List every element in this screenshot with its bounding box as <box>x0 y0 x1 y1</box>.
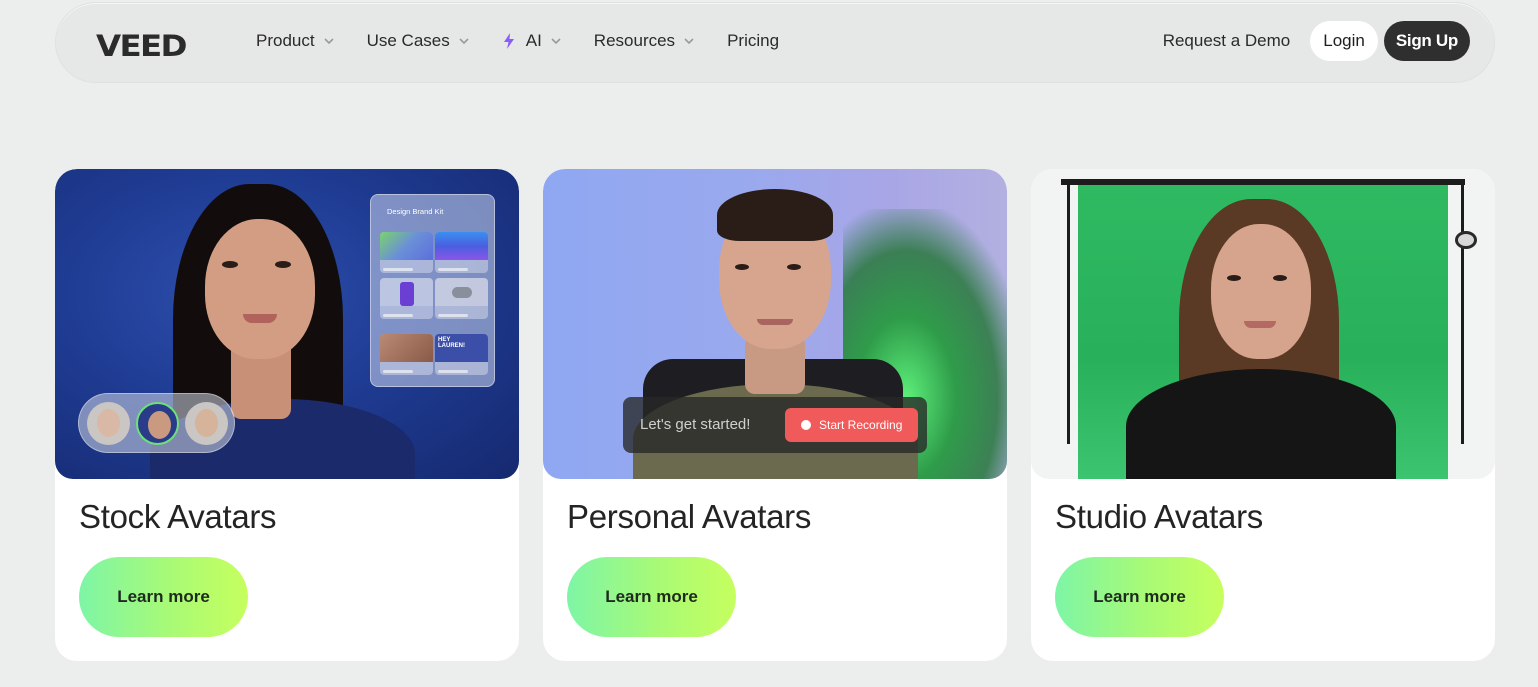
learn-more-button[interactable]: Learn more <box>1055 557 1224 637</box>
light-stand <box>1067 179 1070 444</box>
request-demo-link[interactable]: Request a Demo <box>1163 31 1291 51</box>
signup-button[interactable]: Sign Up <box>1383 21 1470 61</box>
menu-use-cases[interactable]: Use Cases <box>367 31 470 51</box>
hey-lauren-caption: HEY LAUREN! <box>438 337 465 349</box>
chevron-down-icon <box>459 38 469 45</box>
menu-pricing-label: Pricing <box>727 31 780 50</box>
studio-avatar-image <box>1031 169 1495 479</box>
start-recording-button[interactable]: Start Recording <box>785 408 918 442</box>
studio-avatars-card[interactable]: Studio Avatars Learn more <box>1031 169 1495 661</box>
chevron-down-icon <box>551 38 561 45</box>
sparkle-icon <box>503 33 514 49</box>
avatar-face <box>205 219 315 359</box>
avatar-shirt <box>1126 369 1396 479</box>
avatar-option[interactable] <box>185 402 228 445</box>
menu-product-label: Product <box>256 31 315 50</box>
brand-tile <box>380 334 433 375</box>
design-brand-kit-panel: Design Brand Kit HEY LAUREN! <box>370 194 495 387</box>
studio-light <box>1455 231 1477 249</box>
main-menu: Product Use Cases AI Resources Pricing <box>256 31 811 51</box>
card-title: Personal Avatars <box>567 498 812 535</box>
card-title: Studio Avatars <box>1055 498 1263 535</box>
backdrop-bar <box>1061 179 1465 185</box>
start-recording-label: Start Recording <box>819 418 903 432</box>
top-navbar: VEED Product Use Cases AI Resources Pric… <box>55 2 1495 83</box>
avatar-mouth <box>1244 321 1276 328</box>
nav-actions: Request a Demo Login Sign Up <box>1163 21 1470 61</box>
menu-use-cases-label: Use Cases <box>366 31 450 50</box>
avatar-eye <box>222 261 238 268</box>
menu-ai-label: AI <box>525 31 542 50</box>
chevron-down-icon <box>684 38 694 45</box>
recording-bar: Let's get started! Start Recording <box>623 397 927 453</box>
personal-avatars-card[interactable]: Let's get started! Start Recording Perso… <box>543 169 1007 661</box>
avatar-face <box>1211 224 1311 359</box>
avatar-eye <box>735 264 749 270</box>
avatar-mouth <box>243 314 277 323</box>
avatar-hair <box>717 189 833 241</box>
avatar-mouth <box>757 319 793 325</box>
personal-avatar-image: Let's get started! Start Recording <box>543 169 1007 479</box>
brand-tile <box>435 232 488 273</box>
brand-tile: HEY LAUREN! <box>435 334 488 375</box>
brand-tile <box>380 232 433 273</box>
menu-pricing[interactable]: Pricing <box>727 31 779 51</box>
login-button[interactable]: Login <box>1310 21 1378 61</box>
avatar-eye <box>787 264 801 270</box>
avatar-eye <box>275 261 291 268</box>
avatar-option[interactable] <box>87 402 130 445</box>
menu-ai[interactable]: AI <box>502 31 562 51</box>
record-dot-icon <box>801 420 811 430</box>
avatar-picker <box>78 393 235 453</box>
stock-avatar-image: Design Brand Kit HEY LAUREN! <box>55 169 519 479</box>
phone-icon <box>400 282 414 306</box>
card-title: Stock Avatars <box>79 498 277 535</box>
learn-more-button[interactable]: Learn more <box>79 557 248 637</box>
recording-prompt: Let's get started! <box>640 416 751 433</box>
veed-logo[interactable]: VEED <box>96 29 187 63</box>
logo-placeholder-icon <box>452 287 472 298</box>
brand-tile <box>380 278 433 319</box>
brand-tile <box>435 278 488 319</box>
avatar-eye <box>1227 275 1241 281</box>
menu-resources-label: Resources <box>593 31 676 50</box>
menu-resources[interactable]: Resources <box>594 31 695 51</box>
brand-kit-title: Design Brand Kit <box>387 207 444 216</box>
menu-product[interactable]: Product <box>256 31 335 51</box>
avatar-option-selected[interactable] <box>136 402 179 445</box>
chevron-down-icon <box>324 38 334 45</box>
avatar-eye <box>1273 275 1287 281</box>
light-stand <box>1461 179 1464 444</box>
stock-avatars-card[interactable]: Design Brand Kit HEY LAUREN! Stock Avata… <box>55 169 519 661</box>
learn-more-button[interactable]: Learn more <box>567 557 736 637</box>
